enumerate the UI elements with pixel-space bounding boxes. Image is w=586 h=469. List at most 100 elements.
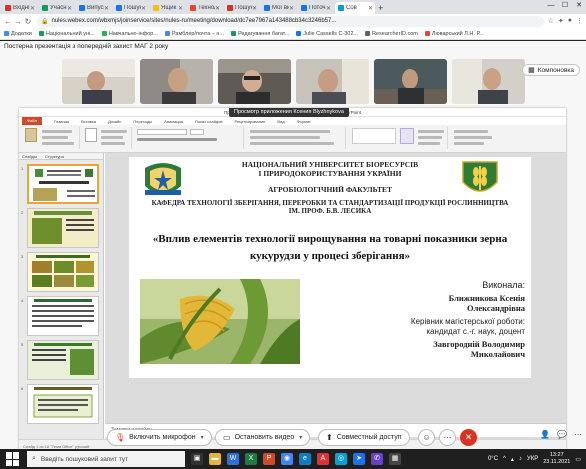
word-icon[interactable]: W xyxy=(227,453,239,465)
tab-favicon-icon xyxy=(116,5,122,11)
slides-pane-tab[interactable]: Слайды xyxy=(22,154,37,159)
tab-close-icon[interactable]: ✕ xyxy=(178,5,183,12)
viber-icon[interactable]: ✆ xyxy=(371,453,383,465)
chevron-down-icon: ▾ xyxy=(299,435,303,441)
bookmark-item[interactable]: Редагування багат... xyxy=(231,31,289,37)
chat-icon[interactable]: 💬 xyxy=(557,430,567,439)
slide-thumbnail[interactable] xyxy=(27,208,99,248)
ribbon-tab[interactable]: Показ слайдов xyxy=(195,119,223,124)
tab-close-icon[interactable]: ✕ xyxy=(104,5,109,12)
slides-pane: Слайды Структура 1 2 3 4 5 6 xyxy=(19,153,104,439)
bookmark-item[interactable]: Додатки xyxy=(4,31,32,37)
browser-tab[interactable]: Пошук ✕ xyxy=(224,2,259,14)
url-field[interactable]: 🔒 nules.webex.com/wbxmjs/joinservice/sit… xyxy=(37,15,544,27)
tab-close-icon[interactable]: ✕ xyxy=(30,5,35,12)
browser-tab[interactable]: Вхідні (3)✕ xyxy=(2,2,37,14)
extensions-icon[interactable]: ✦ xyxy=(558,17,564,25)
tab-close-icon[interactable]: ✕ xyxy=(368,5,373,12)
browser-tab[interactable]: Пошук ж✕ xyxy=(113,2,148,14)
ribbon-tab[interactable]: Главная xyxy=(54,119,69,124)
participant-video[interactable] xyxy=(452,59,525,104)
browser-tab[interactable]: Мої ви ✕ xyxy=(261,2,296,14)
language-indicator[interactable]: УКР xyxy=(527,456,538,462)
tab-close-icon[interactable]: ✕ xyxy=(215,5,220,12)
bookmark-item[interactable]: Julie Cassells C-302... xyxy=(296,31,358,37)
bookmark-label: Національний уні... xyxy=(45,30,95,37)
browser-tab[interactable]: Ящик ✕ xyxy=(150,2,185,14)
ribbon-tab[interactable]: Вид xyxy=(277,119,284,124)
profile-icon[interactable]: ● xyxy=(568,17,572,25)
edge-icon[interactable]: e xyxy=(299,453,311,465)
back-icon[interactable]: ← xyxy=(3,17,13,26)
telegram-icon[interactable]: ➤ xyxy=(353,453,365,465)
maximize-icon[interactable]: ☐ xyxy=(558,0,572,12)
participant-video[interactable] xyxy=(296,59,369,104)
browser-tab[interactable]: Випуск✕ xyxy=(76,2,111,14)
more-options-icon[interactable]: ⋯ xyxy=(439,429,456,446)
slide-thumbnail[interactable] xyxy=(27,296,99,336)
participant-video[interactable] xyxy=(62,59,135,104)
more-panels-icon[interactable]: ⋯ xyxy=(574,430,582,439)
powerpoint-icon[interactable]: P xyxy=(263,453,275,465)
tab-close-icon[interactable]: ✕ xyxy=(289,5,294,12)
video-button[interactable]: ▭ Остановить видео ▾ xyxy=(215,429,311,446)
tab-close-icon[interactable]: ✕ xyxy=(141,5,146,12)
slide-thumbnail[interactable] xyxy=(27,164,99,204)
participant-video[interactable] xyxy=(140,59,213,104)
star-icon[interactable]: ☆ xyxy=(548,17,554,25)
bookmark-item[interactable]: Навчально-інфор... xyxy=(101,31,158,37)
file-explorer-icon[interactable]: ▬ xyxy=(209,453,221,465)
ribbon-tab[interactable]: Дизайн xyxy=(108,119,121,124)
app-icon[interactable]: ▦ xyxy=(389,453,401,465)
end-call-button[interactable]: ✕ xyxy=(460,429,477,446)
excel-icon[interactable]: X xyxy=(245,453,257,465)
forward-icon[interactable]: → xyxy=(13,17,23,26)
bookmark-item[interactable]: Люварський Л.Н. Р... xyxy=(424,31,484,37)
slide-thumbnail[interactable] xyxy=(27,252,99,292)
mic-button[interactable]: 🎙 Включить микрофон ▾ xyxy=(107,429,212,446)
tray-chevron-icon[interactable]: ^ xyxy=(503,456,506,462)
reload-icon[interactable]: ↻ xyxy=(23,17,33,26)
slide-thumbnail[interactable] xyxy=(27,340,99,380)
slides-pane-tab[interactable]: Структура xyxy=(45,154,64,159)
ribbon-tab[interactable]: Анимация xyxy=(164,119,183,124)
menu-icon[interactable]: ⋮ xyxy=(576,17,583,25)
ribbon-tab[interactable]: Рецензирование xyxy=(235,119,266,124)
acrobat-icon[interactable]: A xyxy=(317,453,329,465)
share-button[interactable]: ⬆ Совместный доступ xyxy=(318,429,410,446)
new-tab-button[interactable]: + xyxy=(378,2,383,14)
participant-video[interactable] xyxy=(218,59,291,104)
ribbon-tab[interactable]: Формат xyxy=(297,119,311,124)
taskbar-search[interactable]: ⌕ Введіть пошуковий запит тут xyxy=(27,451,185,467)
chrome-icon[interactable]: ◉ xyxy=(281,453,293,465)
tab-close-icon[interactable]: ✕ xyxy=(252,5,257,12)
notifications-icon[interactable]: ▭ xyxy=(575,456,581,463)
bookmark-item[interactable]: Рамблер/почта – н... xyxy=(164,31,224,37)
browser-tab[interactable]: Сов ✕ xyxy=(335,2,375,14)
browser-tab[interactable]: Технолог✕ xyxy=(187,2,222,14)
tab-close-icon[interactable]: ✕ xyxy=(67,5,72,12)
participant-video[interactable] xyxy=(374,59,447,104)
ribbon-tab[interactable]: Вставка xyxy=(81,119,96,124)
tab-label: Сов xyxy=(346,5,357,11)
tab-close-icon[interactable]: ✕ xyxy=(326,5,331,12)
bookmark-item[interactable]: Національний уні... xyxy=(38,30,95,37)
browser-tab[interactable]: Поточ ✕ xyxy=(298,2,333,14)
ribbon-tab[interactable]: Переходы xyxy=(133,119,152,124)
windows-start-icon[interactable] xyxy=(6,452,20,466)
clock[interactable]: 13:27 23.11.2021 xyxy=(543,452,570,466)
task-view-icon[interactable]: ▣ xyxy=(191,453,203,465)
ribbon-tab[interactable]: Файл xyxy=(22,117,42,125)
close-window-icon[interactable]: ✕ xyxy=(572,0,586,12)
volume-icon[interactable]: ♪ xyxy=(519,456,522,462)
layout-button[interactable]: ▦ Компоновка xyxy=(522,64,580,76)
network-icon[interactable]: ▴ xyxy=(511,456,514,463)
bookmark-icon xyxy=(38,31,44,36)
slide-thumbnail[interactable] xyxy=(27,384,99,424)
reactions-icon[interactable]: ☺ xyxy=(418,429,435,446)
minimize-icon[interactable]: — xyxy=(544,0,558,12)
bookmark-item[interactable]: ResearcherID.com xyxy=(365,31,418,37)
participants-icon[interactable]: 👤 xyxy=(540,430,550,439)
browser-tab[interactable]: Учасник✕ xyxy=(39,2,74,14)
webex-icon[interactable]: ◎ xyxy=(335,453,347,465)
